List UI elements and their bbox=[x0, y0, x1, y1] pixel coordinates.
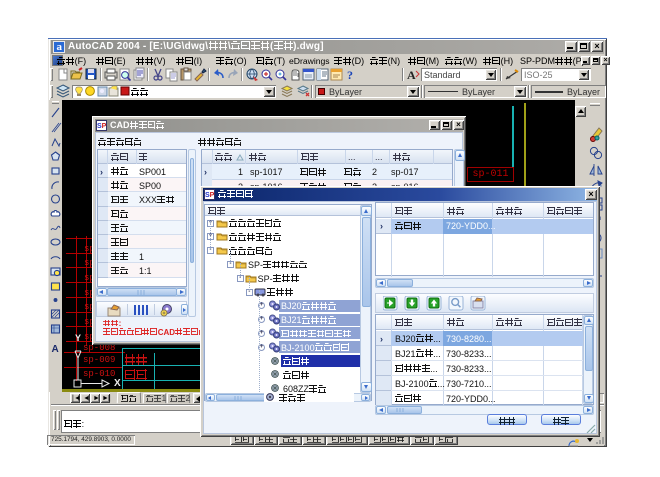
svg-text:A: A bbox=[52, 344, 59, 354]
svg-text:A: A bbox=[407, 68, 416, 82]
svg-text:?: ? bbox=[347, 68, 353, 82]
